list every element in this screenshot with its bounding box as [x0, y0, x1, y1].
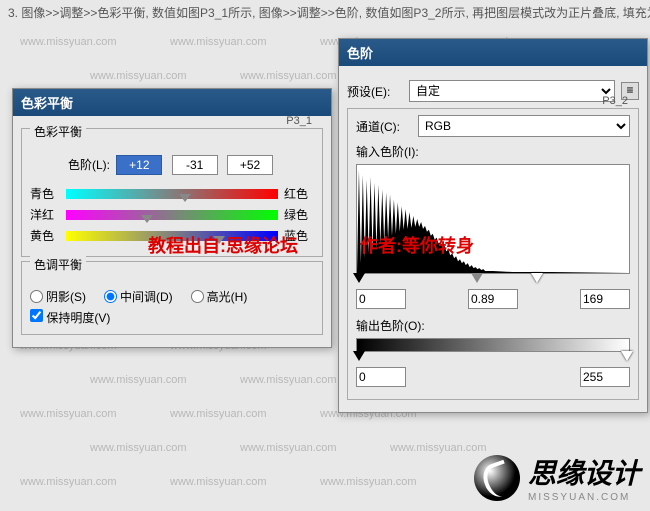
site-logo: 思缘设计 MISSYUAN.COM: [474, 452, 640, 503]
output-levels-label: 输出色阶(O):: [356, 317, 630, 334]
logo-icon: [474, 455, 520, 501]
panel-name-p3-1: P3_1: [286, 115, 312, 127]
levels-dialog: 色阶 预设(E): 自定 ≡ P3_2 通道(C): RGB 输入色阶(I):: [338, 38, 648, 413]
label-yellow: 黄色: [30, 227, 60, 244]
checkbox-preserve-luminosity[interactable]: 保持明度(V): [30, 311, 110, 325]
level-input-1[interactable]: [116, 155, 162, 175]
tone-balance-group: 色调平衡 阴影(S) 中间调(D) 高光(H) 保持明度(V): [21, 261, 323, 335]
tone-balance-legend: 色调平衡: [30, 256, 86, 273]
output-white-value[interactable]: [580, 367, 630, 387]
label-green: 绿色: [284, 206, 314, 223]
level-input-3[interactable]: [227, 155, 273, 175]
levels-title[interactable]: 色阶: [339, 39, 647, 66]
slider-magenta-green[interactable]: [66, 210, 278, 220]
output-black-handle[interactable]: [353, 351, 365, 361]
label-cyan: 青色: [30, 185, 60, 202]
panel-name-p3-2: P3_2: [602, 95, 628, 107]
slider-cyan-red[interactable]: [66, 189, 278, 199]
input-levels-label: 输入色阶(I):: [356, 143, 630, 160]
input-gamma-handle[interactable]: [471, 273, 483, 283]
level-label: 色阶(L):: [68, 158, 110, 172]
logo-text: 思缘设计: [528, 452, 640, 492]
color-balance-dialog: 色彩平衡 P3_1 色彩平衡 色阶(L): 青色 红色 洋红 绿色 黄色: [12, 88, 332, 348]
label-red: 红色: [284, 185, 314, 202]
radio-shadows[interactable]: 阴影(S): [30, 288, 86, 305]
color-balance-title[interactable]: 色彩平衡: [13, 89, 331, 116]
input-slider-track[interactable]: [356, 273, 630, 285]
input-black-handle[interactable]: [353, 273, 365, 283]
input-white-handle[interactable]: [531, 273, 543, 283]
radio-highlights[interactable]: 高光(H): [191, 288, 248, 305]
output-gradient: [356, 338, 630, 352]
instruction-text: 3. 图像>>调整>>色彩平衡, 数值如图P3_1所示, 图像>>调整>>色阶,…: [0, 0, 650, 25]
radio-midtones[interactable]: 中间调(D): [104, 288, 173, 305]
preset-select[interactable]: 自定: [409, 80, 615, 102]
credit-author: 作者:等你转身: [360, 232, 474, 258]
output-white-handle[interactable]: [621, 351, 633, 361]
label-magenta: 洋红: [30, 206, 60, 223]
level-input-2[interactable]: [172, 155, 218, 175]
input-white-value[interactable]: [580, 289, 630, 309]
channel-select[interactable]: RGB: [418, 115, 630, 137]
output-black-value[interactable]: [356, 367, 406, 387]
input-gamma-value[interactable]: [468, 289, 518, 309]
output-slider-track[interactable]: [356, 351, 630, 363]
input-black-value[interactable]: [356, 289, 406, 309]
credit-source: 教程出自:思缘论坛: [148, 232, 298, 258]
logo-subtext: MISSYUAN.COM: [528, 492, 640, 503]
color-balance-legend: 色彩平衡: [30, 123, 86, 140]
channel-label: 通道(C):: [356, 118, 412, 135]
preset-label: 预设(E):: [347, 83, 403, 100]
